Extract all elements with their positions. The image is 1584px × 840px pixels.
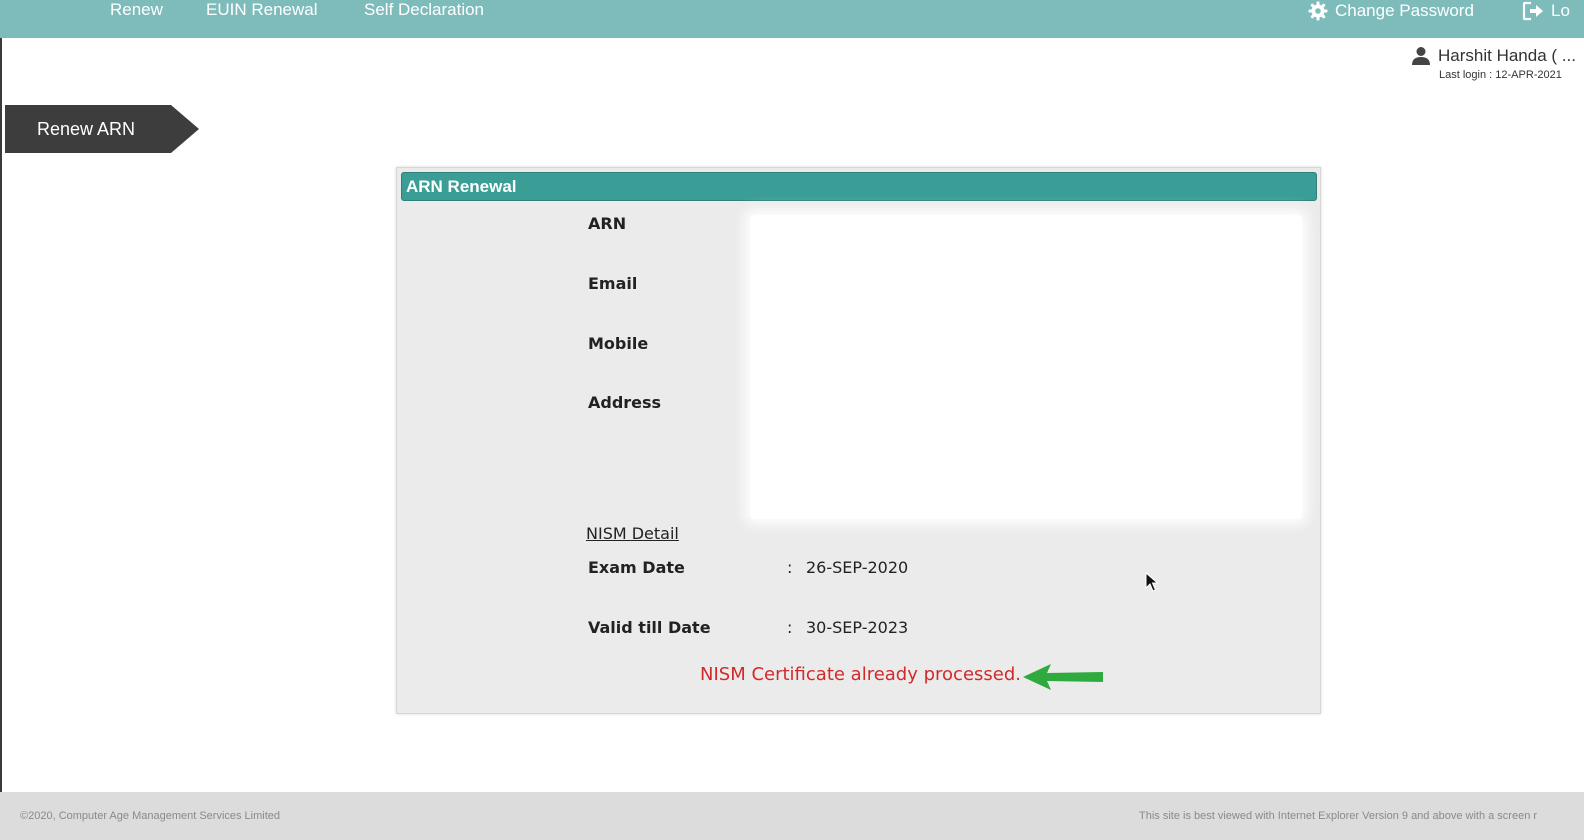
footer-browser-note: This site is best viewed with Internet E…	[1139, 810, 1538, 822]
nav-euin-renewal[interactable]: EUIN Renewal	[206, 0, 318, 22]
top-navigation-bar: Renew EUIN Renewal Self Declaration Chan…	[0, 0, 1584, 38]
left-edge-border	[0, 0, 2, 800]
change-password-label: Change Password	[1335, 1, 1474, 20]
nav-logout[interactable]: Lo	[1522, 0, 1570, 22]
footer-copyright: ©2020, Computer Age Management Services …	[20, 810, 281, 822]
email-label: Email	[588, 274, 638, 293]
user-icon	[1412, 47, 1430, 65]
address-label: Address	[588, 393, 662, 412]
valid-till-label: Valid till Date	[588, 618, 711, 637]
footer: ©2020, Computer Age Management Services …	[0, 792, 1584, 840]
valid-till-value: 30-SEP-2023	[806, 618, 909, 637]
user-info: Harshit Handa ( ... Last login : 12-APR-…	[1411, 46, 1576, 81]
logout-label: Lo	[1551, 1, 1570, 20]
mouse-pointer-icon	[1145, 572, 1159, 592]
redacted-details-area	[750, 215, 1302, 519]
panel-title: ARN Renewal	[401, 172, 1317, 201]
exam-date-value: 26-SEP-2020	[806, 558, 909, 577]
user-name[interactable]: Harshit Handa ( ...	[1438, 46, 1576, 66]
section-tab-renew-arn: Renew ARN	[5, 105, 199, 153]
logout-icon	[1522, 1, 1543, 21]
nav-change-password[interactable]: Change Password	[1308, 0, 1474, 22]
last-login: Last login : 12-APR-2021	[1439, 69, 1562, 81]
exam-date-colon: :	[787, 558, 793, 577]
status-message: NISM Certificate already processed.	[700, 664, 1022, 685]
arn-label: ARN	[588, 214, 627, 233]
nism-detail-heading: NISM Detail	[586, 524, 679, 543]
nav-renew[interactable]: Renew	[110, 0, 163, 22]
arn-renewal-panel: ARN Renewal ARN Email Mobile Address NIS…	[396, 167, 1321, 714]
exam-date-label: Exam Date	[588, 558, 685, 577]
valid-till-colon: :	[787, 618, 793, 637]
gear-icon	[1308, 1, 1328, 21]
nav-self-declaration[interactable]: Self Declaration	[364, 0, 484, 22]
green-arrow-icon	[1023, 664, 1103, 690]
mobile-label: Mobile	[588, 334, 649, 353]
